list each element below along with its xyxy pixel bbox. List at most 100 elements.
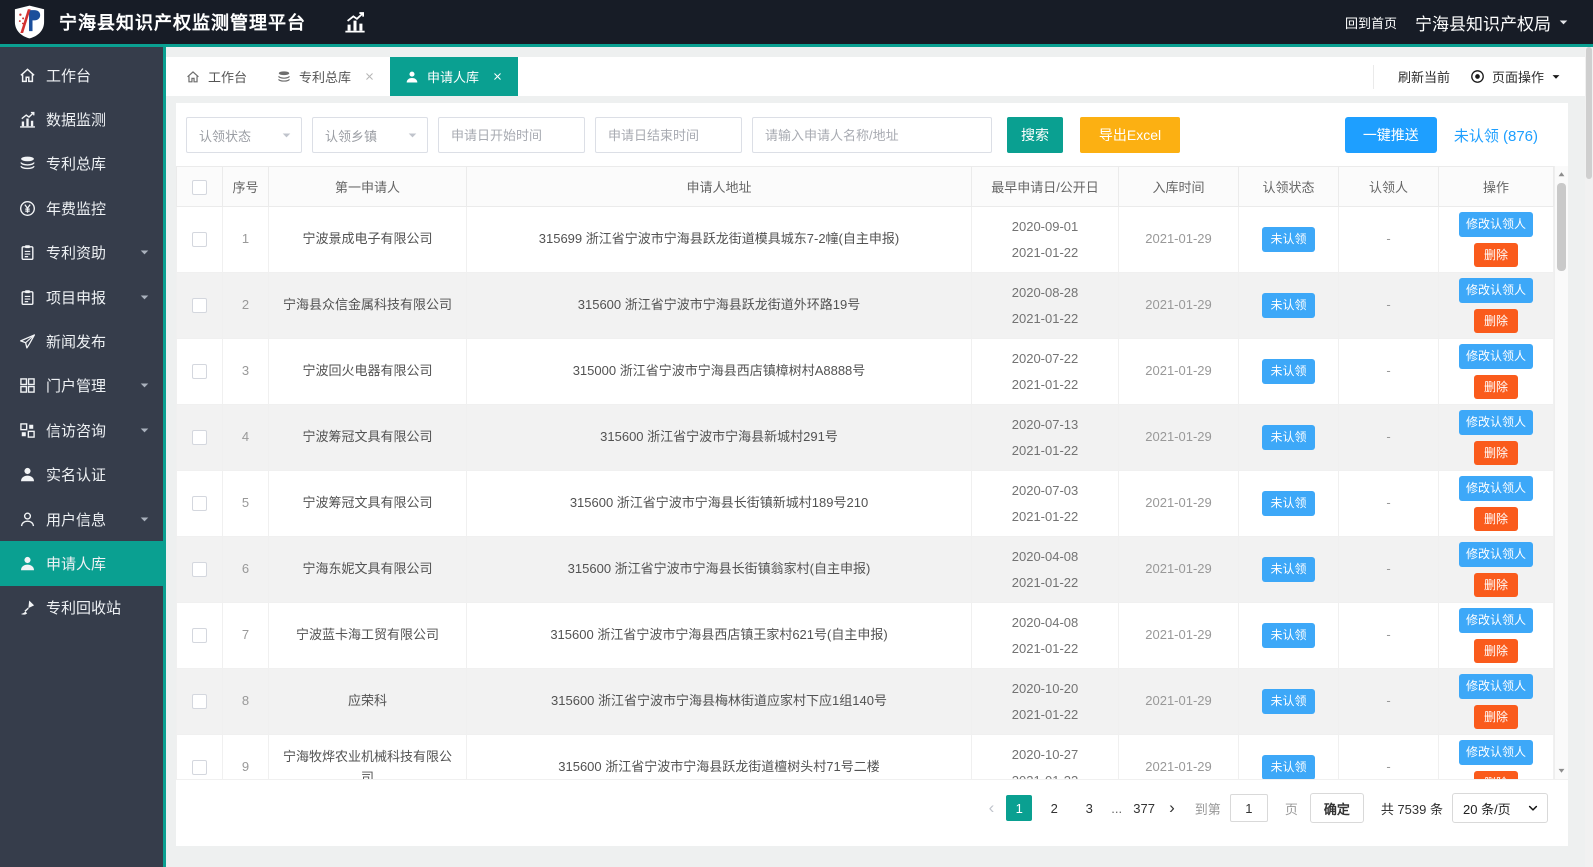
- org-dropdown[interactable]: 宁海县知识产权局: [1415, 10, 1569, 35]
- monitor-chart-icon[interactable]: [344, 11, 366, 33]
- claim-town-select[interactable]: 认领乡镇: [312, 117, 428, 153]
- tab-申请人库[interactable]: 申请人库: [390, 57, 519, 96]
- sidebar-item-专利资助[interactable]: 专利资助: [0, 231, 163, 275]
- one-key-push-button[interactable]: 一键推送: [1344, 117, 1437, 153]
- table-row: 9 宁海牧烨农业机械科技有限公司 315600 浙江省宁波市宁海县跃龙街道檀树头村7…: [176, 734, 1554, 779]
- edit-claimer-button[interactable]: 修改认领人: [1458, 211, 1533, 237]
- delete-button[interactable]: 删除: [1473, 242, 1518, 268]
- caret-down-icon: [139, 425, 150, 436]
- sidebar-item-数据监测[interactable]: 数据监测: [0, 97, 163, 141]
- tab-工作台[interactable]: 工作台: [171, 57, 262, 96]
- sidebar-item-专利总库[interactable]: 专利总库: [0, 142, 163, 186]
- next-page-button[interactable]: ›: [1166, 798, 1178, 818]
- sidebar-item-门户管理[interactable]: 门户管理: [0, 364, 163, 408]
- sidebar-item-专利回收站[interactable]: 专利回收站: [0, 586, 163, 630]
- edit-claimer-button[interactable]: 修改认领人: [1458, 409, 1533, 435]
- page-size-select[interactable]: 20 条/页: [1452, 793, 1548, 823]
- row-actions: 修改认领人删除: [1438, 470, 1554, 537]
- sidebar-item-申请人库[interactable]: 申请人库: [0, 541, 163, 586]
- sidebar-item-信访咨询[interactable]: 信访咨询: [0, 408, 163, 452]
- applicant-keyword-input[interactable]: [752, 117, 992, 153]
- close-icon[interactable]: [492, 71, 503, 82]
- edit-claimer-button[interactable]: 修改认领人: [1458, 277, 1533, 303]
- row-checkbox[interactable]: [192, 496, 207, 512]
- scroll-down-icon[interactable]: [1555, 764, 1568, 778]
- claim-status-select[interactable]: 认领状态: [186, 117, 302, 153]
- row-actions: 修改认领人删除: [1438, 734, 1554, 779]
- row-checkbox[interactable]: [192, 628, 207, 644]
- search-button[interactable]: 搜索: [1007, 117, 1063, 153]
- sidebar-item-新闻发布[interactable]: 新闻发布: [0, 319, 163, 363]
- page-number-3[interactable]: 3: [1076, 795, 1102, 821]
- edit-claimer-button[interactable]: 修改认领人: [1458, 673, 1533, 699]
- row-checkbox[interactable]: [192, 760, 207, 776]
- select-all-checkbox[interactable]: [192, 179, 207, 195]
- row-index: 2: [222, 272, 269, 339]
- scrollbar-thumb[interactable]: [1557, 183, 1566, 271]
- sidebar-item-label: 用户信息: [46, 511, 107, 529]
- edit-claimer-button[interactable]: 修改认领人: [1458, 343, 1533, 369]
- delete-button[interactable]: 删除: [1473, 638, 1518, 664]
- sidebar-item-实名认证[interactable]: 实名认证: [0, 453, 163, 497]
- column-header: 入库时间: [1118, 166, 1239, 207]
- edit-claimer-button[interactable]: 修改认领人: [1458, 475, 1533, 501]
- sidebar-item-用户信息[interactable]: 用户信息: [0, 497, 163, 541]
- page-ops-dropdown[interactable]: 页面操作: [1470, 67, 1561, 86]
- unclaimed-count-link[interactable]: 未认领 (876): [1454, 125, 1538, 146]
- close-icon[interactable]: [364, 71, 375, 82]
- row-checkbox[interactable]: [192, 694, 207, 710]
- entry-date: 2021-01-29: [1118, 272, 1239, 339]
- column-header: 认领人: [1338, 166, 1439, 207]
- edit-claimer-button[interactable]: 修改认领人: [1458, 739, 1533, 765]
- row-checkbox[interactable]: [192, 364, 207, 380]
- claim-status-cell: 未认领: [1238, 734, 1339, 779]
- page-scrollbar[interactable]: [1585, 47, 1593, 867]
- header-accent-line: [0, 44, 1593, 47]
- sidebar-item-label: 专利资助: [46, 245, 107, 263]
- apply-publish-dates: 2020-09-01 2021-01-22: [971, 206, 1119, 273]
- delete-button[interactable]: 删除: [1473, 374, 1518, 400]
- entry-date: 2021-01-29: [1118, 602, 1239, 669]
- delete-button[interactable]: 删除: [1473, 572, 1518, 598]
- delete-button[interactable]: 删除: [1473, 704, 1518, 730]
- sidebar-item-工作台[interactable]: 工作台: [0, 53, 163, 97]
- claim-status-cell: 未认领: [1238, 668, 1339, 735]
- applicant-table-wrap: 序号 第一申请人 申请人地址 最早申请日/公开日 入库时间 认领状态 认领人 操作 1 宁波景成…: [176, 166, 1568, 779]
- apply-date-start-input[interactable]: [438, 117, 585, 153]
- delete-button[interactable]: 删除: [1473, 308, 1518, 334]
- row-checkbox[interactable]: [192, 430, 207, 446]
- tab-专利总库[interactable]: 专利总库: [262, 57, 390, 96]
- page-scrollbar-thumb[interactable]: [1586, 47, 1592, 179]
- sidebar-item-项目申报[interactable]: 项目申报: [0, 275, 163, 319]
- refresh-current-button[interactable]: 刷新当前: [1398, 67, 1450, 86]
- row-checkbox[interactable]: [192, 232, 207, 248]
- row-checkbox[interactable]: [192, 562, 207, 578]
- scroll-up-icon[interactable]: [1555, 167, 1568, 181]
- sidebar-item-年费监控[interactable]: 年费监控: [0, 186, 163, 230]
- table-row: 7 宁波蓝卡海工贸有限公司 315600 浙江省宁波市宁海县西店镇王家村621号(自…: [176, 602, 1554, 669]
- edit-claimer-button[interactable]: 修改认领人: [1458, 607, 1533, 633]
- status-badge: 未认领: [1262, 491, 1315, 516]
- edit-claimer-button[interactable]: 修改认领人: [1458, 541, 1533, 567]
- export-excel-button[interactable]: 导出Excel: [1080, 117, 1180, 153]
- prev-page-button[interactable]: ‹: [986, 798, 998, 818]
- row-checkbox[interactable]: [192, 298, 207, 314]
- row-index: 3: [222, 338, 269, 405]
- goto-confirm-button[interactable]: 确定: [1309, 793, 1364, 823]
- page-number-377[interactable]: 377: [1131, 795, 1157, 821]
- caret-down-icon: [1558, 17, 1569, 28]
- entry-date: 2021-01-29: [1118, 470, 1239, 537]
- delete-button[interactable]: 删除: [1473, 770, 1518, 779]
- page-number-1[interactable]: 1: [1006, 795, 1033, 821]
- goto-page-input[interactable]: [1229, 794, 1268, 822]
- table-row: 6 宁海东妮文具有限公司 315600 浙江省宁波市宁海县长街镇翁家村(自主申报) 2…: [176, 536, 1554, 603]
- table-scrollbar[interactable]: [1554, 166, 1568, 779]
- row-select-cell: [176, 536, 223, 603]
- apply-date-end-input[interactable]: [595, 117, 742, 153]
- page-number-2[interactable]: 2: [1041, 795, 1067, 821]
- claimer-cell: -: [1338, 470, 1439, 537]
- delete-button[interactable]: 删除: [1473, 440, 1518, 466]
- delete-button[interactable]: 删除: [1473, 506, 1518, 532]
- back-home-link[interactable]: 回到首页: [1345, 13, 1397, 32]
- row-actions: 修改认领人删除: [1438, 536, 1554, 603]
